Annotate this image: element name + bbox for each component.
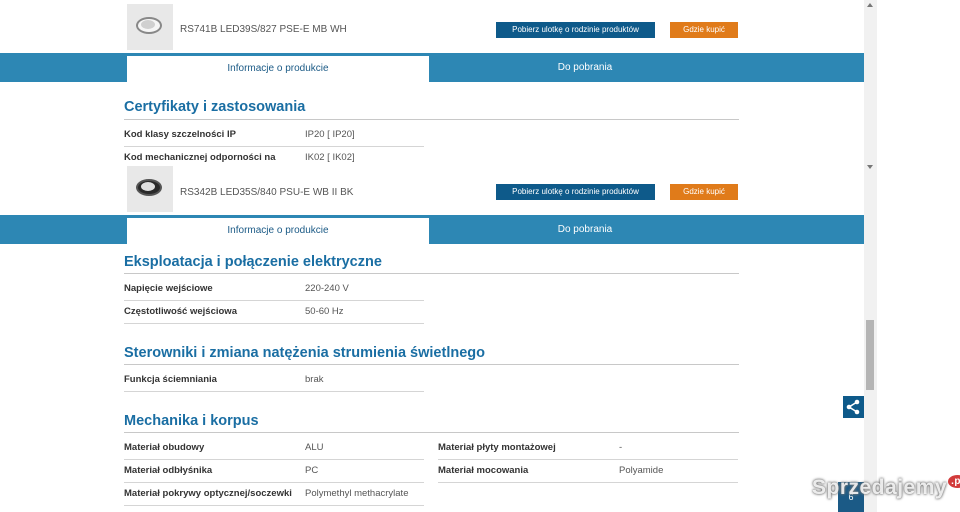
share-icon [846,399,860,415]
spec-row: Napięcie wejściowe 220-240 V [124,278,424,301]
tab-product-info[interactable]: Informacje o produkcie [127,56,429,82]
spec-row: Materiał odbłyśnika PC [124,460,424,483]
spec-value: 220-240 V [305,283,349,294]
scroll-up-arrow-icon[interactable] [866,0,874,10]
spec-label: Napięcie wejściowe [124,283,213,294]
spec-row: Materiał pokrywy optycznej/soczewki Poly… [124,483,424,506]
spec-value: IP20 [ IP20] [305,129,355,140]
scrollbar-thumb[interactable] [866,320,874,390]
spec-row: Funkcja ściemniania brak [124,369,424,392]
share-button[interactable] [843,396,864,418]
spec-label: Funkcja ściemniania [124,374,217,385]
spec-label: Materiał obudowy [124,442,205,453]
watermark-logo: Sprzedajemy.pl [812,475,960,500]
spec-row: Materiał obudowy ALU [124,437,424,460]
spec-label: Materiał mocowania [438,465,529,476]
spec-value: PC [305,465,319,476]
spec-value: IK02 [ IK02] [305,152,355,163]
spec-label: Materiał płyty montażowej [438,442,556,453]
where-to-buy-button[interactable]: Gdzie kupić [670,22,738,38]
section-title: Eksploatacja i połączenie elektryczne [124,254,382,270]
spec-label: Częstotliwość wejściowa [124,306,237,317]
where-to-buy-button[interactable]: Gdzie kupić [670,184,738,200]
spec-row: Materiał mocowania Polyamide [438,460,738,483]
spec-label: Materiał odbłyśnika [124,465,213,476]
divider [124,273,739,274]
product-thumbnail[interactable] [127,166,173,212]
spec-value: Polymethyl methacrylate [305,488,409,499]
download-leaflet-button[interactable]: Pobierz ulotkę o rodzinie produktów [496,22,655,38]
section-title: Certyfikaty i zastosowania [124,99,306,115]
spec-label: Kod klasy szczelności IP [124,129,236,140]
section-title: Sterowniki i zmiana natężenia strumienia… [124,345,485,361]
product-tab-bar: Informacje o produkcie Do pobrania [0,53,864,82]
spec-label: Materiał pokrywy optycznej/soczewki [124,488,292,499]
product-thumbnail[interactable] [127,4,173,50]
spec-row: Częstotliwość wejściowa 50-60 Hz [124,301,424,324]
spec-row: Kod klasy szczelności IP IP20 [ IP20] [124,124,424,147]
spec-value: 50-60 Hz [305,306,344,317]
vertical-scrollbar[interactable] [864,0,877,512]
spec-value: ALU [305,442,324,453]
tab-downloads[interactable]: Do pobrania [430,53,740,82]
tab-product-info[interactable]: Informacje o produkcie [127,218,429,244]
download-leaflet-button[interactable]: Pobierz ulotkę o rodzinie produktów [496,184,655,200]
product-tab-bar: Informacje o produkcie Do pobrania [0,215,864,244]
product-name: RS342B LED35S/840 PSU-E WB II BK [180,187,354,198]
spec-value: - [619,442,623,453]
scroll-down-arrow-icon[interactable] [866,163,874,171]
divider [124,364,739,365]
section-title: Mechanika i korpus [124,413,259,429]
product-name: RS741B LED39S/827 PSE-E MB WH [180,24,347,35]
divider [124,119,739,120]
divider [124,432,739,433]
spec-value: brak [305,374,324,385]
tab-downloads[interactable]: Do pobrania [430,215,740,244]
spec-row: Materiał płyty montażowej - [438,437,738,460]
spec-value: Polyamide [619,465,664,476]
